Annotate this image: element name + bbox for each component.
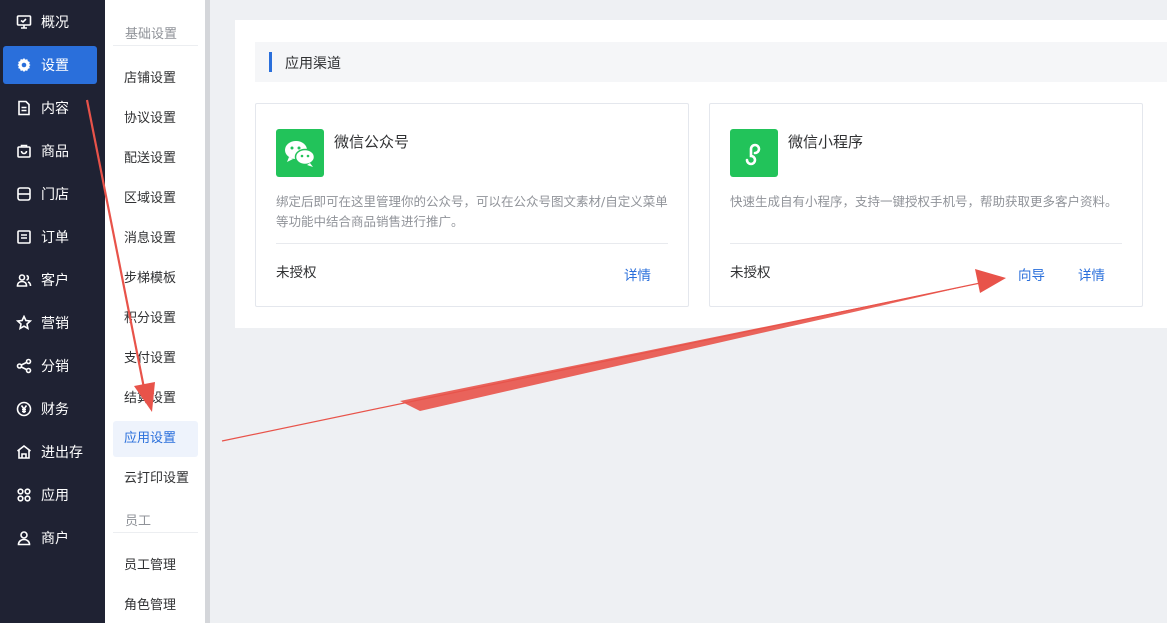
nav-label: 应用 bbox=[41, 488, 69, 504]
subnav-item-settlement-settings[interactable]: 结算设置 bbox=[113, 381, 198, 417]
nav-item-overview[interactable]: 概况 bbox=[3, 3, 97, 41]
document-icon bbox=[16, 100, 32, 116]
nav-label: 设置 bbox=[41, 58, 69, 74]
subnav-item-staff-management[interactable]: 员工管理 bbox=[113, 548, 198, 584]
monitor-icon bbox=[16, 14, 32, 30]
card-title: 微信小程序 bbox=[788, 133, 864, 151]
subnav-item-store-settings[interactable]: 店铺设置 bbox=[113, 61, 198, 97]
auth-status: 未授权 bbox=[276, 265, 317, 281]
nav-label: 财务 bbox=[41, 402, 69, 418]
subnav-item-region-settings[interactable]: 区域设置 bbox=[113, 181, 198, 217]
subnav-group-title: 员工 bbox=[125, 514, 152, 529]
nav-label: 商品 bbox=[41, 144, 69, 160]
nav-label: 商户 bbox=[41, 531, 69, 547]
section-title: 应用渠道 bbox=[285, 56, 341, 72]
store-icon bbox=[16, 186, 32, 202]
section-accent-bar bbox=[269, 52, 272, 72]
subnav-item-payment-settings[interactable]: 支付设置 bbox=[113, 341, 198, 377]
subnav-item-ladder-template[interactable]: 步梯模板 bbox=[113, 261, 198, 297]
nav-item-orders[interactable]: 订单 bbox=[3, 218, 97, 256]
nav-item-settings[interactable]: 设置 bbox=[3, 46, 97, 84]
nav-label: 客户 bbox=[41, 273, 69, 289]
nav-item-marketing[interactable]: 营销 bbox=[3, 304, 97, 342]
subnav-scrollbar[interactable] bbox=[205, 0, 210, 623]
wechat-icon bbox=[276, 129, 324, 177]
nav-label: 分销 bbox=[41, 359, 69, 375]
details-link[interactable]: 详情 bbox=[624, 264, 651, 284]
nav-item-inventory[interactable]: 进出存 bbox=[3, 433, 97, 471]
divider bbox=[113, 45, 198, 46]
wechat-official-account-card: 微信公众号 绑定后即可在这里管理你的公众号，可以在公众号图文素材/自定义菜单等功… bbox=[255, 103, 689, 307]
subnav-item-message-settings[interactable]: 消息设置 bbox=[113, 221, 198, 257]
share-icon bbox=[16, 358, 32, 374]
subnav-item-delivery-settings[interactable]: 配送设置 bbox=[113, 141, 198, 177]
bag-icon bbox=[16, 143, 32, 159]
nav-item-distribution[interactable]: 分销 bbox=[3, 347, 97, 385]
subnav-item-app-settings[interactable]: 应用设置 bbox=[113, 421, 198, 457]
subnav-item-role-management[interactable]: 角色管理 bbox=[113, 588, 198, 623]
auth-status: 未授权 bbox=[730, 265, 771, 281]
nav-item-merchant[interactable]: 商户 bbox=[3, 519, 97, 557]
section-header: 应用渠道 bbox=[255, 42, 1167, 82]
divider bbox=[276, 243, 668, 244]
nav-item-products[interactable]: 商品 bbox=[3, 132, 97, 170]
list-icon bbox=[16, 229, 32, 245]
gear-icon bbox=[16, 57, 32, 73]
yen-icon bbox=[16, 401, 32, 417]
divider bbox=[730, 243, 1122, 244]
nav-item-customers[interactable]: 客户 bbox=[3, 261, 97, 299]
nav-item-finance[interactable]: 财务 bbox=[3, 390, 97, 428]
nav-label: 概况 bbox=[41, 15, 69, 31]
warehouse-icon bbox=[16, 444, 32, 460]
wechat-mini-program-card: 微信小程序 快速生成自有小程序，支持一键授权手机号，帮助获取更多客户资料。 未授… bbox=[709, 103, 1143, 307]
subnav-item-cloud-print-settings[interactable]: 云打印设置 bbox=[113, 461, 198, 497]
card-title: 微信公众号 bbox=[334, 133, 410, 151]
main-nav: 概况 设置 内容 商品 门店 订单 客户 营销 分销 财务 进出存 应用 商户 bbox=[0, 0, 105, 623]
settings-subnav: 基础设置 店铺设置 协议设置 配送设置 区域设置 消息设置 步梯模板 积分设置 … bbox=[105, 0, 205, 623]
divider bbox=[113, 532, 198, 533]
star-icon bbox=[16, 315, 32, 331]
nav-item-content[interactable]: 内容 bbox=[3, 89, 97, 127]
details-link[interactable]: 详情 bbox=[1078, 264, 1105, 284]
card-description: 绑定后即可在这里管理你的公众号，可以在公众号图文素材/自定义菜单等功能中结合商品… bbox=[276, 194, 668, 229]
guide-link[interactable]: 向导 bbox=[1018, 264, 1045, 284]
nav-label: 订单 bbox=[41, 230, 69, 246]
mini-program-icon bbox=[730, 129, 778, 177]
nav-label: 门店 bbox=[41, 187, 69, 203]
subnav-item-points-settings[interactable]: 积分设置 bbox=[113, 301, 198, 337]
subnav-item-agreement-settings[interactable]: 协议设置 bbox=[113, 101, 198, 137]
nav-label: 营销 bbox=[41, 316, 69, 332]
app-channels-panel: 应用渠道 微信公众号 绑定后即可在这里管理你的公众号，可以在公众号图文素材/自定… bbox=[235, 20, 1167, 328]
nav-label: 进出存 bbox=[41, 445, 83, 461]
users-icon bbox=[16, 272, 32, 288]
user-icon bbox=[16, 530, 32, 546]
nav-item-apps[interactable]: 应用 bbox=[3, 476, 97, 514]
nav-item-stores[interactable]: 门店 bbox=[3, 175, 97, 213]
apps-icon bbox=[16, 487, 32, 503]
subnav-group-title: 基础设置 bbox=[125, 27, 178, 42]
card-description: 快速生成自有小程序，支持一键授权手机号，帮助获取更多客户资料。 bbox=[730, 194, 1118, 209]
nav-label: 内容 bbox=[41, 101, 69, 117]
